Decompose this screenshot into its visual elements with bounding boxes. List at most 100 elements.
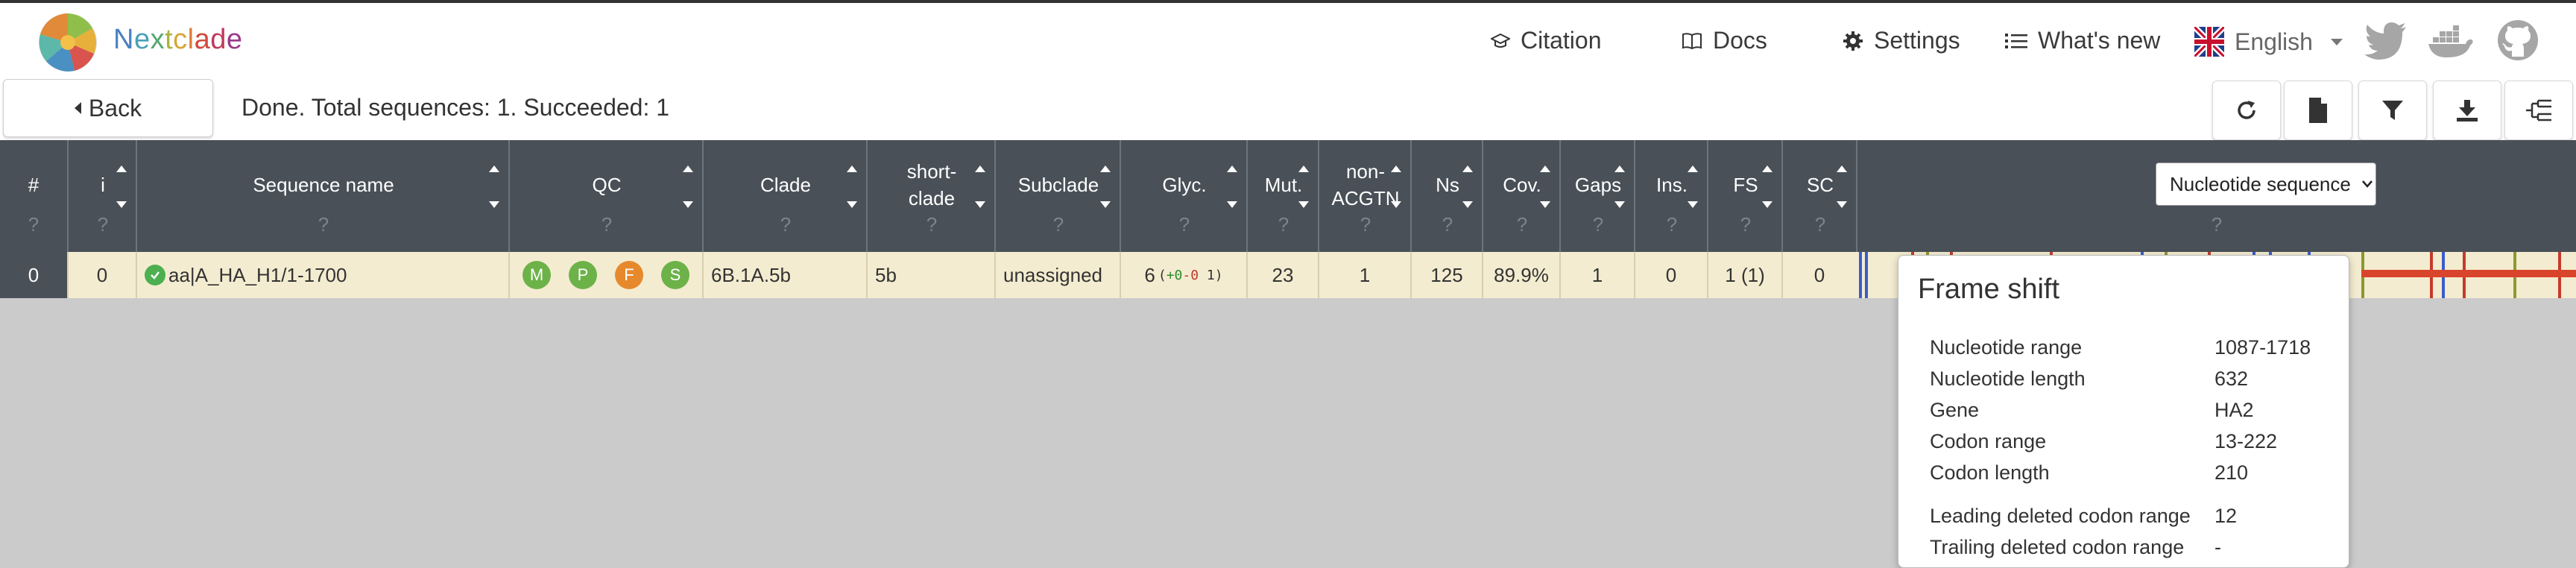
sort-ascending-icon[interactable] (1100, 165, 1111, 172)
column-header-i[interactable]: i? (67, 140, 137, 252)
new-run-button[interactable] (2284, 81, 2352, 140)
column-header-ns[interactable]: Ns? (1410, 140, 1483, 252)
tooltip-label: Trailing deleted codon range (1930, 536, 2185, 558)
sort-descending-icon[interactable] (1462, 201, 1473, 208)
sort-ascending-icon[interactable] (1837, 165, 1847, 172)
column-header-hash[interactable]: #? (0, 140, 67, 252)
column-help-icon[interactable]: ? (868, 213, 996, 236)
language-dropdown[interactable]: English (2194, 27, 2343, 57)
column-header-mut[interactable]: Mut.? (1246, 140, 1319, 252)
nav-citation[interactable]: Citation (1491, 27, 1602, 54)
sort-ascending-icon[interactable] (1298, 165, 1309, 172)
sort-descending-icon[interactable] (1540, 201, 1550, 208)
twitter-icon[interactable] (2364, 22, 2408, 60)
sort-ascending-icon[interactable] (489, 165, 499, 172)
mutation-marker[interactable] (1865, 252, 1868, 298)
column-header-fs[interactable]: FS? (1707, 140, 1783, 252)
back-button[interactable]: Back (3, 79, 213, 137)
sort-descending-icon[interactable] (1837, 201, 1847, 208)
sort-ascending-icon[interactable] (683, 165, 693, 172)
column-help-icon[interactable]: ? (1483, 213, 1561, 236)
column-header-subclade[interactable]: Subclade? (994, 140, 1121, 252)
cell-ns: 125 (1410, 252, 1482, 298)
docker-icon[interactable] (2428, 24, 2475, 58)
nextclade-logo[interactable] (37, 12, 98, 73)
sort-descending-icon[interactable] (847, 201, 857, 208)
download-button[interactable] (2433, 81, 2501, 140)
column-help-icon[interactable]: ? (1635, 213, 1708, 236)
nav-docs[interactable]: Docs (1682, 27, 1767, 54)
qc-badge-s[interactable]: S (661, 261, 689, 289)
sort-descending-icon[interactable] (1100, 201, 1111, 208)
sort-ascending-icon[interactable] (847, 165, 857, 172)
sort-descending-icon[interactable] (116, 201, 127, 208)
nav-whats-new[interactable]: What's new (2005, 27, 2160, 54)
tooltip-label: Codon range (1930, 430, 2047, 452)
column-help-icon[interactable]: ? (1319, 213, 1412, 236)
sort-ascending-icon[interactable] (1614, 165, 1625, 172)
tree-button[interactable] (2504, 81, 2573, 140)
qc-badge-f[interactable]: F (615, 261, 643, 289)
view-mode-select[interactable]: Nucleotide sequence (2156, 162, 2376, 206)
nav-settings[interactable]: Settings (1843, 27, 1960, 54)
column-help-icon[interactable]: ? (69, 213, 137, 236)
column-help-icon[interactable]: ? (1412, 213, 1483, 236)
sort-ascending-icon[interactable] (1540, 165, 1550, 172)
sort-ascending-icon[interactable] (1688, 165, 1698, 172)
column-header-gaps[interactable]: Gaps? (1559, 140, 1635, 252)
sort-ascending-icon[interactable] (116, 165, 127, 172)
github-icon[interactable] (2497, 19, 2539, 61)
column-header-clade[interactable]: Clade? (702, 140, 868, 252)
rerun-button[interactable] (2212, 81, 2281, 140)
sort-ascending-icon[interactable] (1391, 165, 1401, 172)
column-help-icon[interactable]: ? (1783, 213, 1857, 236)
mutation-marker[interactable] (1859, 252, 1862, 298)
tree-icon (2526, 99, 2551, 122)
column-header-non-acgtn[interactable]: non- ACGTN? (1318, 140, 1412, 252)
nav-docs-label: Docs (1713, 27, 1767, 54)
sort-descending-icon[interactable] (489, 201, 499, 208)
sort-ascending-icon[interactable] (1462, 165, 1473, 172)
view-help[interactable]: ? (1857, 213, 2576, 236)
sort-descending-icon[interactable] (1391, 201, 1401, 208)
frame-shift-bar[interactable] (2361, 270, 2576, 277)
column-help-icon[interactable]: ? (996, 213, 1121, 236)
tooltip-value: 12 (2214, 505, 2238, 527)
cell-text: 89.9% (1494, 263, 1549, 286)
column-help-icon[interactable]: ? (1708, 213, 1783, 236)
cell-glyc: 6 (+0-0 1) (1120, 252, 1246, 298)
column-header-short-clade[interactable]: short- clade? (866, 140, 996, 252)
sort-ascending-icon[interactable] (1762, 165, 1772, 172)
qc-badge-p[interactable]: P (569, 261, 597, 289)
column-header-cov[interactable]: Cov.? (1482, 140, 1561, 252)
column-help-icon[interactable]: ? (0, 213, 67, 236)
column-header-qc[interactable]: QC? (508, 140, 704, 252)
column-help-icon[interactable]: ? (1248, 213, 1319, 236)
column-header-glyc[interactable]: Glyc.? (1120, 140, 1248, 252)
column-help-icon[interactable]: ? (510, 213, 704, 236)
sort-descending-icon[interactable] (683, 201, 693, 208)
sort-descending-icon[interactable] (1614, 201, 1625, 208)
column-help-icon[interactable]: ? (1121, 213, 1248, 236)
sort-descending-icon[interactable] (1298, 201, 1309, 208)
sort-descending-icon[interactable] (975, 201, 985, 208)
qc-badge-m[interactable]: M (523, 261, 551, 289)
sort-ascending-icon[interactable] (975, 165, 985, 172)
cell-text: 6B.1A.5b (711, 263, 791, 286)
column-help-icon[interactable]: ? (137, 213, 510, 236)
brand-name[interactable]: Nextclade (113, 24, 243, 56)
brand-letter: N (113, 24, 134, 55)
column-header-sc[interactable]: SC? (1781, 140, 1857, 252)
sort-descending-icon[interactable] (1762, 201, 1772, 208)
sort-ascending-icon[interactable] (1227, 165, 1237, 172)
sort-descending-icon[interactable] (1227, 201, 1237, 208)
column-header-sequence-name[interactable]: Sequence name? (136, 140, 510, 252)
column-header-ins[interactable]: Ins.? (1634, 140, 1708, 252)
tooltip-value: 632 (2214, 367, 2249, 390)
sort-descending-icon[interactable] (1688, 201, 1698, 208)
uk-flag-icon (2194, 27, 2224, 57)
cell-hash: 0 (0, 252, 67, 298)
column-help-icon[interactable]: ? (1561, 213, 1635, 236)
column-help-icon[interactable]: ? (704, 213, 868, 236)
filter-button[interactable] (2358, 81, 2427, 140)
